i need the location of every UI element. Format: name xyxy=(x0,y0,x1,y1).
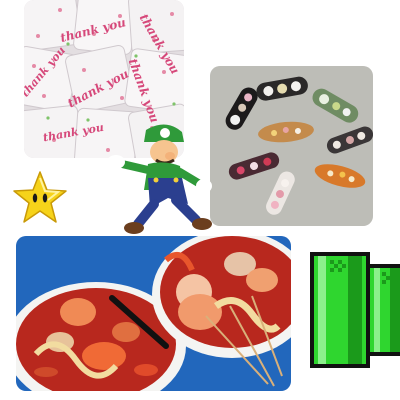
green-pipe-sticker xyxy=(308,250,400,370)
hair-clips-photo xyxy=(210,66,373,226)
luigi-sticker xyxy=(104,120,216,238)
super-star-sticker xyxy=(12,170,68,226)
hot-pot-soup-photo xyxy=(16,236,291,391)
